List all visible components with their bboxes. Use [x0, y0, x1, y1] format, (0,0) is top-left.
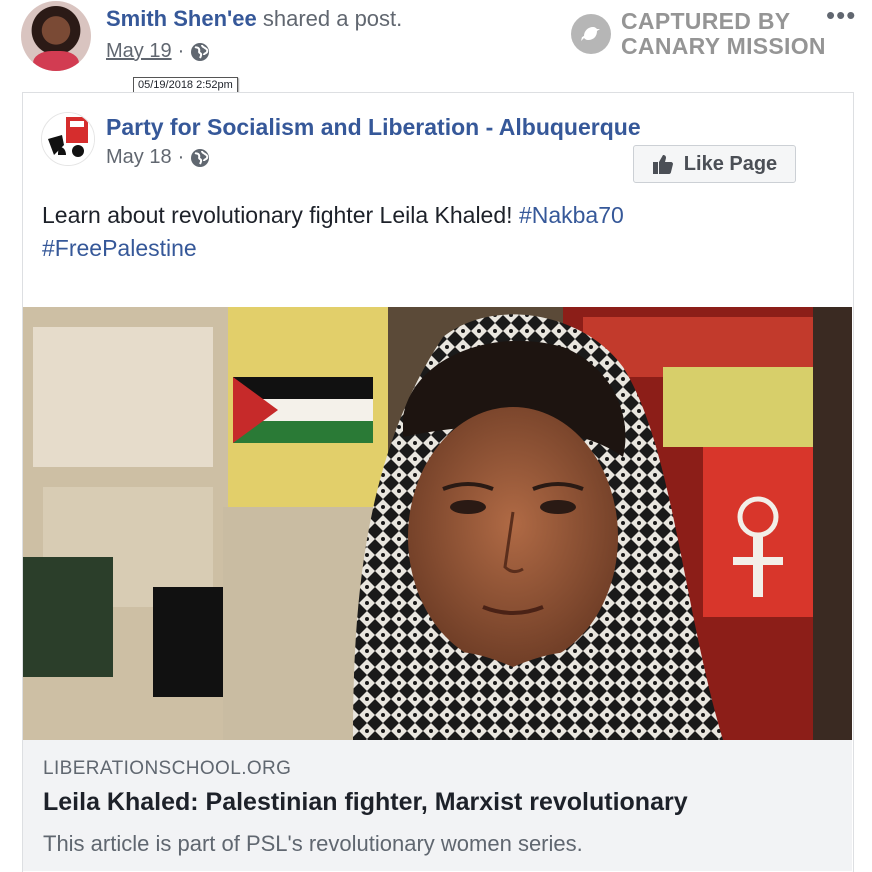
link-domain: LIBERATIONSCHOOL.ORG [43, 758, 292, 779]
post-date-link[interactable]: May 19 [106, 40, 172, 63]
thumbs-up-icon [652, 155, 673, 174]
watermark-line1: CAPTURED BY [621, 8, 791, 34]
link-description: This article is part of PSL's revolution… [43, 831, 583, 856]
post-meta: May 19 · [106, 40, 210, 63]
link-title[interactable]: Leila Khaled: Palestinian fighter, Marxi… [43, 788, 688, 817]
author-avatar[interactable] [21, 1, 91, 71]
canary-watermark: CAPTURED BY CANARY MISSION [571, 9, 826, 59]
hashtag-link[interactable]: #Nakba70 [519, 202, 624, 228]
post-header-line: Smith Shen'ee shared a post. [106, 6, 402, 32]
watermark-line2: CANARY MISSION [621, 33, 826, 59]
shared-action-text: shared a post. [262, 6, 403, 31]
globe-icon[interactable] [190, 42, 210, 62]
canary-bird-icon [571, 14, 611, 54]
meta-separator: · [177, 40, 185, 62]
like-page-label: Like Page [683, 152, 778, 175]
post-text: Learn about revolutionary fighter Leila … [42, 202, 513, 228]
page-name-link[interactable]: Party for Socialism and Liberation - Alb… [106, 114, 641, 141]
meta-separator: · [177, 146, 185, 168]
post-photo[interactable] [23, 307, 852, 740]
author-name-link[interactable]: Smith Shen'ee [106, 6, 257, 31]
globe-icon[interactable] [190, 148, 210, 168]
post-body-text: Learn about revolutionary fighter Leila … [42, 199, 802, 265]
more-options-icon[interactable]: ••• [826, 0, 856, 31]
hashtag-link[interactable]: #FreePalestine [42, 235, 197, 261]
shared-post-date-link[interactable]: May 18 [106, 146, 172, 169]
page-avatar[interactable] [41, 112, 95, 166]
timestamp-tooltip: 05/19/2018 2:52pm [133, 77, 238, 93]
shared-post-meta: May 18 · [106, 146, 210, 169]
like-page-button[interactable]: Like Page [633, 145, 796, 183]
